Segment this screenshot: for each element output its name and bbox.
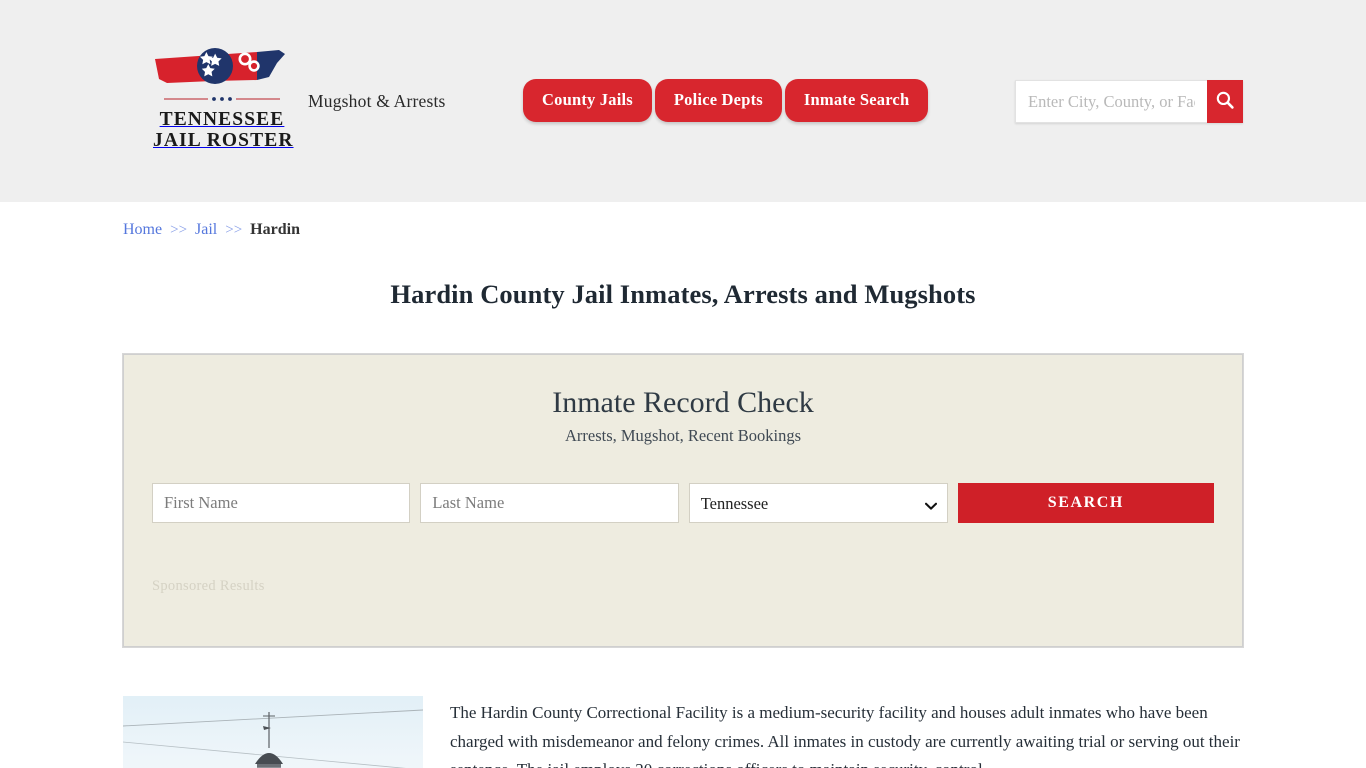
brand-name-line2: JAIL ROSTER: [153, 130, 294, 151]
record-check-form: Tennessee SEARCH: [152, 483, 1214, 523]
breadcrumb-separator: >>: [170, 222, 188, 238]
breadcrumb-separator: >>: [225, 222, 243, 238]
sponsored-results-label: Sponsored Results: [152, 578, 265, 594]
main-navigation: County Jails Police Depts Inmate Search: [523, 79, 929, 122]
tennessee-state-handcuffs-icon: [153, 45, 291, 91]
header-inner: TENNESSEE JAIL ROSTER Mugshot & Arrests …: [123, 0, 1243, 202]
inmate-record-check-panel: Inmate Record Check Arrests, Mugshot, Re…: [122, 353, 1244, 648]
breadcrumb: Home >> Jail >> Hardin: [123, 202, 1243, 239]
brand-divider-icon: [162, 91, 282, 108]
breadcrumb-link-home[interactable]: Home: [123, 221, 162, 238]
nav-item-inmate-search[interactable]: Inmate Search: [784, 79, 929, 122]
search-icon: [1215, 90, 1235, 113]
site-header: TENNESSEE JAIL ROSTER Mugshot & Arrests …: [0, 0, 1366, 202]
state-select[interactable]: Tennessee: [688, 483, 948, 523]
brand-name-line1: TENNESSEE: [159, 109, 285, 130]
breadcrumb-link-jail[interactable]: Jail: [195, 221, 217, 238]
record-check-subtitle: Arrests, Mugshot, Recent Bookings: [564, 426, 802, 445]
site-tagline: Mugshot & Arrests: [308, 91, 446, 111]
facility-description: The Hardin County Correctional Facility …: [450, 703, 1240, 768]
record-search-button[interactable]: SEARCH: [957, 483, 1214, 523]
state-select-wrapper: Tennessee: [688, 483, 948, 523]
nav-item-police-depts[interactable]: Police Depts: [654, 79, 782, 122]
header-search-button[interactable]: [1207, 80, 1243, 123]
page-body: Home >> Jail >> Hardin Hardin County Jai…: [122, 202, 1244, 768]
article-section: The Hardin County Correctional Facility …: [123, 682, 1243, 768]
last-name-input[interactable]: [420, 483, 679, 523]
header-search-form: [1015, 80, 1243, 123]
header-search-input[interactable]: [1015, 80, 1207, 123]
first-name-input[interactable]: [152, 483, 411, 523]
record-check-title: Inmate Record Check: [552, 386, 814, 419]
site-logo-link[interactable]: TENNESSEE JAIL ROSTER: [153, 45, 294, 151]
facility-photo: [123, 682, 423, 768]
page-title: Hardin County Jail Inmates, Arrests and …: [390, 279, 976, 309]
breadcrumb-current-hardin: Hardin: [250, 221, 300, 238]
nav-item-county-jails[interactable]: County Jails: [523, 79, 652, 122]
